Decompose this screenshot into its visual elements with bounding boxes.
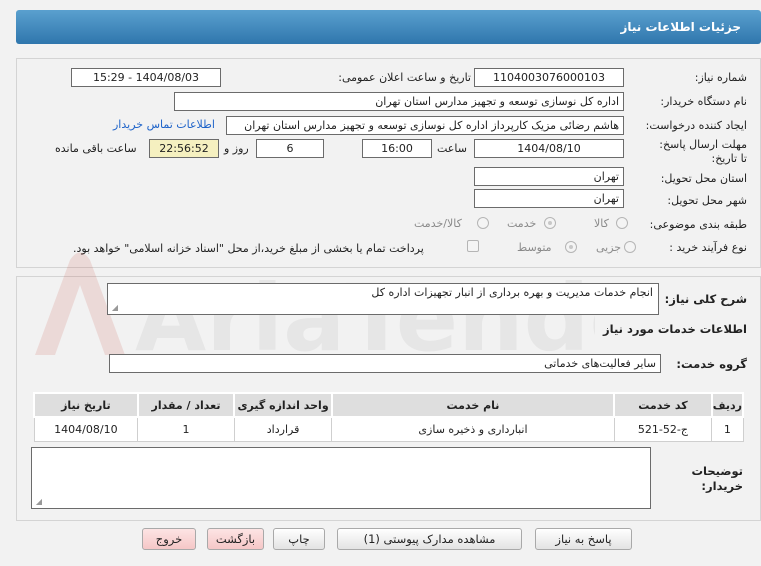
page-header: جزئیات اطلاعات نیاز [16, 10, 761, 44]
need-number-label: شماره نیاز: [694, 71, 747, 84]
process-option-medium-label: متوسط [517, 241, 552, 254]
table-row[interactable]: 1 ج-52-521 انبارداری و ذخیره سازی قراردا… [33, 416, 744, 442]
buyer-notes-field[interactable]: ◢ [31, 447, 651, 509]
treasury-payment-note: پرداخت تمام یا بخشی از مبلغ خرید،از محل … [73, 242, 424, 255]
creator-field[interactable]: هاشم رضائی مزیک کارپرداز اداره کل نوسازی… [226, 116, 624, 135]
process-label: نوع فرآیند خرید : [669, 241, 747, 254]
col-service-code: کد خدمت [613, 392, 713, 418]
buyer-org-field[interactable]: اداره کل نوسازی توسعه و تجهیز مدارس استا… [174, 92, 624, 111]
time-remaining-field[interactable]: 22:56:52 [149, 139, 219, 158]
deadline-label: مهلت ارسال پاسخ: تا تاریخ: [659, 138, 747, 165]
process-medium-radio[interactable] [565, 241, 577, 253]
city-field[interactable]: تهران [474, 189, 624, 208]
buyer-notes-label: توضیحات خریدار: [691, 464, 744, 493]
creator-label: ایجاد کننده درخواست: [645, 119, 747, 132]
col-unit: واحد اندازه گیری [233, 392, 333, 418]
page-title: جزئیات اطلاعات نیاز [620, 20, 741, 34]
need-date-cell: 1404/08/10 [33, 416, 139, 442]
col-need-date: تاریخ نیاز [33, 392, 139, 418]
resize-handle-icon[interactable]: ◢ [110, 304, 118, 312]
service-group-label: گروه خدمت: [676, 357, 747, 371]
buyer-contact-link[interactable]: اطلاعات تماس خریدار [113, 118, 215, 131]
time-remaining-label: ساعت باقی مانده [55, 142, 137, 155]
exit-button[interactable]: خروج [142, 528, 196, 550]
announce-label: تاریخ و ساعت اعلان عمومی: [338, 71, 471, 84]
deadline-time-label: ساعت [437, 142, 467, 155]
buyer-org-label: نام دستگاه خریدار: [660, 95, 747, 108]
city-label: شهر محل تحویل: [667, 194, 747, 207]
view-attachments-button[interactable]: مشاهده مدارک پیوستی (1) [337, 528, 522, 550]
province-field[interactable]: تهران [474, 167, 624, 186]
need-number-field[interactable]: 1104003076000103 [474, 68, 624, 87]
announce-datetime-field[interactable]: 1404/08/03 - 15:29 [71, 68, 221, 87]
services-table-header: ردیف کد خدمت نام خدمت واحد اندازه گیری ت… [33, 392, 745, 418]
treasury-payment-checkbox[interactable] [467, 240, 479, 252]
reply-button[interactable]: پاسخ به نیاز [535, 528, 632, 550]
need-description-text: انجام خدمات مدیریت و بهره برداری از انبا… [371, 286, 653, 299]
province-label: استان محل تحویل: [660, 172, 747, 185]
process-minor-radio[interactable] [624, 241, 636, 253]
back-button[interactable]: بازگشت [207, 528, 264, 550]
category-option-both-label: کالا/خدمت [414, 217, 462, 230]
unit-cell: قرارداد [233, 416, 333, 442]
description-label: شرح کلی نیاز: [664, 292, 747, 306]
category-goods-radio[interactable] [616, 217, 628, 229]
col-quantity: تعداد / مقدار [136, 392, 236, 418]
row-number-cell: 1 [711, 416, 744, 442]
category-label: طبقه بندی موضوعی: [649, 218, 747, 231]
services-table: ردیف کد خدمت نام خدمت واحد اندازه گیری ت… [33, 392, 745, 442]
category-option-service-label: خدمت [507, 217, 537, 230]
need-description-field[interactable]: انجام خدمات مدیریت و بهره برداری از انبا… [107, 283, 659, 315]
service-code-cell: ج-52-521 [613, 416, 713, 442]
services-section-title: اطلاعات خدمات مورد نیاز [603, 322, 747, 336]
print-button[interactable]: چاپ [273, 528, 325, 550]
service-name-cell: انبارداری و ذخیره سازی [331, 416, 615, 442]
deadline-time-field[interactable]: 16:00 [362, 139, 432, 158]
days-remaining-field[interactable]: 6 [256, 139, 324, 158]
quantity-cell: 1 [137, 416, 235, 442]
category-option-goods-label: کالا [594, 217, 609, 230]
category-both-radio[interactable] [477, 217, 489, 229]
col-service-name: نام خدمت [330, 392, 616, 418]
process-option-minor-label: جزیی [596, 241, 622, 254]
notes-resize-handle-icon[interactable]: ◢ [34, 498, 42, 506]
days-label: روز و [224, 142, 249, 155]
col-row-number: ردیف [710, 392, 745, 418]
category-service-radio[interactable] [544, 217, 556, 229]
service-group-field[interactable]: سایر فعالیت‌های خدماتی [109, 354, 661, 373]
deadline-date-field[interactable]: 1404/08/10 [474, 139, 624, 158]
details-panel [16, 58, 761, 268]
